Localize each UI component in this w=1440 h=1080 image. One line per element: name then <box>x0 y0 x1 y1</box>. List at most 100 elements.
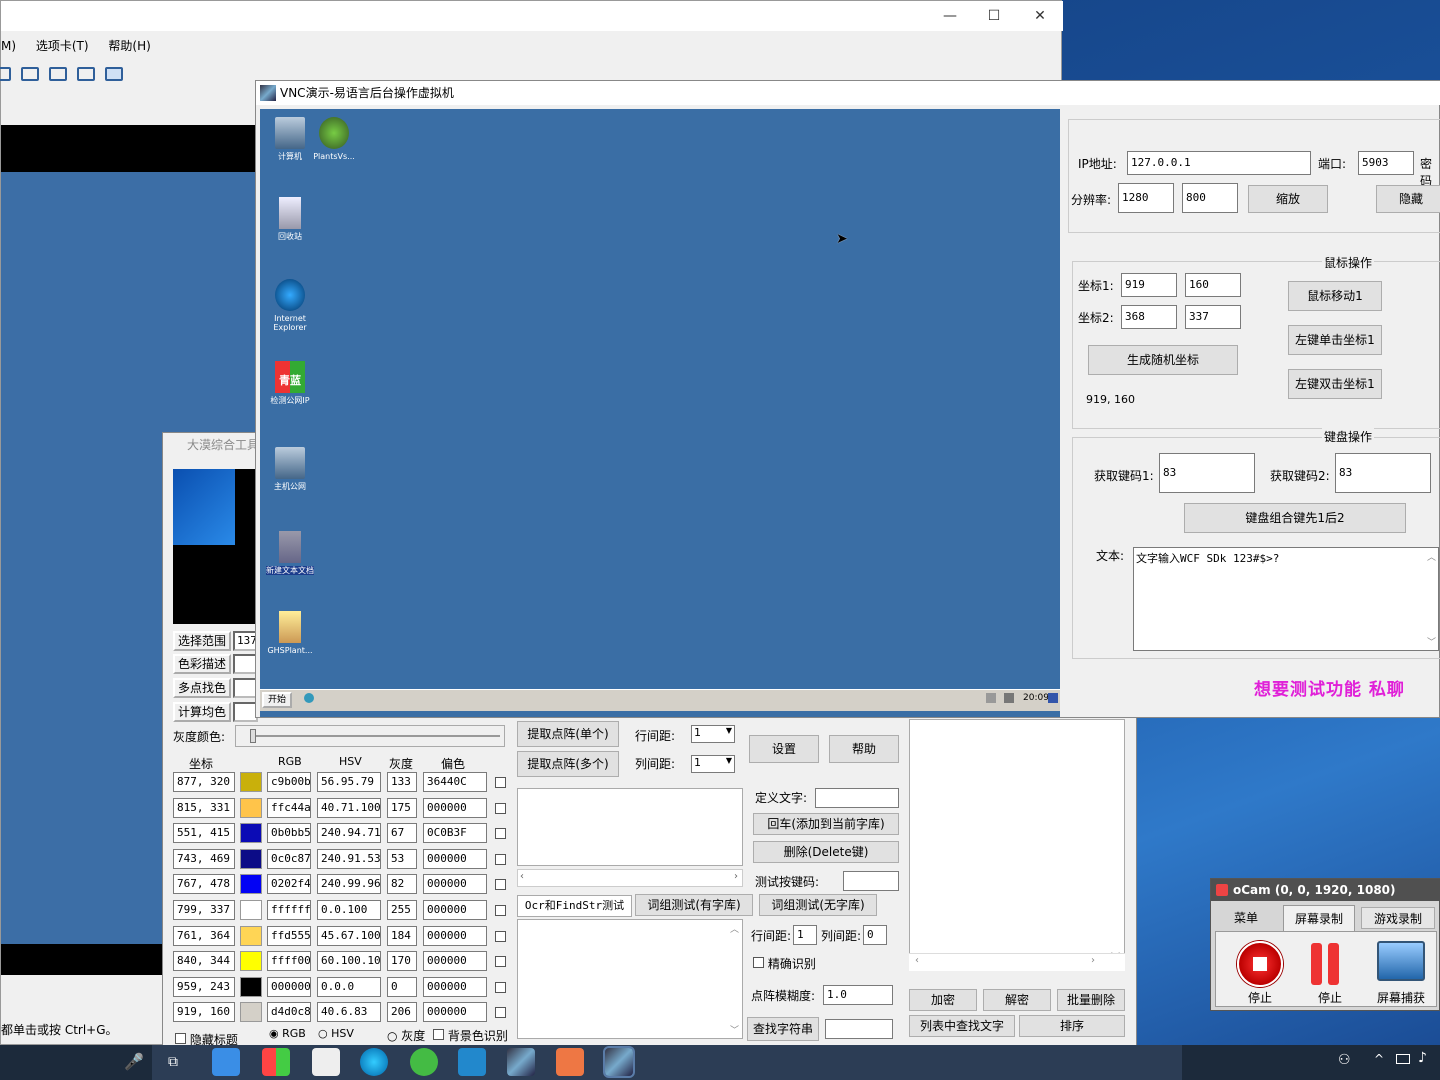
desktop-icon-ghs-plants[interactable]: GHSPlant... <box>260 611 320 655</box>
row-rgb[interactable]: d4d0c8 <box>267 1002 311 1023</box>
row-coord[interactable]: 840, 344 <box>173 951 235 972</box>
row-coord[interactable]: 761, 364 <box>173 925 235 946</box>
text-input-area[interactable]: 文字输入WCF SDk 123#$>? ︿ ﹀ <box>1133 547 1439 651</box>
scroll-right-icon[interactable]: › <box>1091 955 1095 966</box>
key-combo-button[interactable]: 键盘组合键先1后2 <box>1184 503 1406 533</box>
row-gray[interactable]: 67 <box>387 823 417 844</box>
row-hsv[interactable]: 0.0.0 <box>317 976 381 997</box>
scroll-down-icon[interactable]: ﹀ <box>1427 635 1436 648</box>
desktop-icon-new-text[interactable]: 新建文本文档 <box>260 531 320 575</box>
dm-tool-taskbar-icon[interactable] <box>603 1046 635 1078</box>
desktop-icon-check-ip[interactable]: 青蓝 检测公网IP <box>260 361 320 405</box>
row-checkbox[interactable] <box>495 802 506 814</box>
random-coord-button[interactable]: 生成随机坐标 <box>1088 345 1238 375</box>
extract-lattice-single-button[interactable]: 提取点阵(单个) <box>517 721 619 747</box>
row-hsv[interactable]: 45.67.100 <box>317 925 381 946</box>
row-hsv[interactable]: 40.6.83 <box>317 1002 381 1023</box>
row-rgb[interactable]: 0b0bb5 <box>267 823 311 844</box>
people-icon[interactable]: ⚇ <box>1338 1052 1351 1068</box>
coord2-y-input[interactable]: 337 <box>1185 305 1241 329</box>
file-explorer-icon[interactable] <box>212 1048 240 1076</box>
row-coord[interactable]: 919, 160 <box>173 1002 235 1023</box>
row-coord[interactable]: 743, 469 <box>173 848 235 869</box>
row-offset[interactable]: 0C0B3F <box>423 823 487 844</box>
minimize-icon[interactable]: — <box>927 1 973 31</box>
row-gray[interactable]: 53 <box>387 848 417 869</box>
port-input[interactable]: 5903 <box>1358 151 1414 175</box>
coord1-x-input[interactable]: 919 <box>1121 273 1177 297</box>
bg-color-checkbox[interactable]: 背景色识别 <box>433 1027 508 1044</box>
row-gray[interactable]: 82 <box>387 874 417 895</box>
blur-input[interactable]: 1.0 <box>823 985 893 1005</box>
row-offset[interactable]: 000000 <box>423 925 487 946</box>
ocam-taskbar-icon[interactable] <box>556 1048 584 1076</box>
row-offset[interactable]: 000000 <box>423 951 487 972</box>
tab-ocr-findstr[interactable]: Ocr和FindStr测试 <box>517 895 632 917</box>
font-list-hscroll[interactable]: ‹ › <box>909 953 1125 971</box>
row-coord[interactable]: 815, 331 <box>173 797 235 818</box>
settings-button[interactable]: 设置 <box>749 735 819 763</box>
keycode1-input[interactable]: 83 <box>1159 453 1255 493</box>
row-gray[interactable]: 133 <box>387 772 417 792</box>
coord1-y-input[interactable]: 160 <box>1185 273 1241 297</box>
row-gray[interactable]: 175 <box>387 797 417 818</box>
remote-network-icon[interactable] <box>1004 693 1014 703</box>
row-checkbox[interactable] <box>495 956 506 968</box>
row-offset[interactable]: 000000 <box>423 874 487 895</box>
row-rgb[interactable]: 0c0c87 <box>267 848 311 869</box>
scroll-left-icon[interactable]: ‹ <box>915 955 919 966</box>
row-offset[interactable]: 000000 <box>423 1002 487 1023</box>
volume-icon[interactable]: ♪ <box>1418 1050 1427 1066</box>
row-coord[interactable]: 877, 320 <box>173 772 235 792</box>
ocam-tab-game-record[interactable]: 游戏录制 <box>1361 907 1435 929</box>
find-string-input[interactable] <box>825 1019 893 1039</box>
coord2-x-input[interactable]: 368 <box>1121 305 1177 329</box>
row-checkbox[interactable] <box>495 879 506 891</box>
mail-icon[interactable] <box>312 1048 340 1076</box>
row-checkbox[interactable] <box>495 828 506 840</box>
find-string-button[interactable]: 查找字符串 <box>747 1017 819 1041</box>
edge-icon[interactable] <box>360 1048 388 1076</box>
console-view-icon[interactable] <box>105 67 123 81</box>
decrypt-button[interactable]: 解密 <box>983 989 1051 1011</box>
row-rgb[interactable]: c9b00b <box>267 772 311 792</box>
horizontal-scrollbar[interactable]: ‹ › <box>517 869 743 887</box>
row-rgb[interactable]: 0202f4 <box>267 874 311 895</box>
app-icon[interactable] <box>458 1048 486 1076</box>
ocam-tab-screen-record[interactable]: 屏幕录制 <box>1283 905 1355 931</box>
res-height-input[interactable]: 800 <box>1182 183 1238 213</box>
browser-icon[interactable] <box>410 1048 438 1076</box>
toolbar-icon[interactable] <box>0 67 11 81</box>
row-checkbox[interactable] <box>495 853 506 865</box>
hide-button[interactable]: 隐藏 <box>1376 185 1440 213</box>
row-coord[interactable]: 767, 478 <box>173 874 235 895</box>
color-desc-button[interactable]: 色彩描述 <box>173 654 231 674</box>
enter-add-button[interactable]: 回车(添加到当前字库) <box>753 813 899 835</box>
toolbar-icon[interactable] <box>21 67 39 81</box>
row-checkbox[interactable] <box>495 981 506 993</box>
menu-item-tabs[interactable]: 选项卡(T) <box>36 39 89 53</box>
row-checkbox[interactable] <box>495 777 506 788</box>
stop-record-icon[interactable] <box>1237 941 1283 987</box>
close-icon[interactable]: ✕ <box>1017 1 1063 31</box>
row-coord[interactable]: 799, 337 <box>173 900 235 920</box>
remote-tray-app-icon[interactable] <box>304 693 314 703</box>
remote-desktop[interactable]: 计算机 PlantsVs... 回收站 Internet Explorer 青蓝… <box>260 109 1060 717</box>
scroll-right-icon[interactable]: › <box>734 871 738 882</box>
row-hsv[interactable]: 0.0.100 <box>317 900 381 920</box>
exact-checkbox[interactable]: 精确识别 <box>753 955 816 972</box>
row-checkbox[interactable] <box>495 1007 506 1019</box>
menu-item-help[interactable]: 帮助(H) <box>108 39 150 53</box>
row-offset[interactable]: 000000 <box>423 900 487 920</box>
row-rgb[interactable]: ffffff <box>267 900 311 920</box>
maximize-icon[interactable]: ☐ <box>971 1 1017 31</box>
desktop-icon-recycle-bin[interactable]: 回收站 <box>260 197 320 241</box>
desktop-icon-host-ip[interactable]: 主机公网 <box>260 447 320 491</box>
row-hsv[interactable]: 240.91.53 <box>317 848 381 869</box>
keycode2-input[interactable]: 83 <box>1335 453 1431 493</box>
row-gray[interactable]: 170 <box>387 951 417 972</box>
row-hsv[interactable]: 240.99.96 <box>317 874 381 895</box>
list-find-text-button[interactable]: 列表中查找文字 <box>909 1015 1015 1037</box>
lattice-textarea[interactable] <box>517 788 743 866</box>
avg-color-button[interactable]: 计算均色 <box>173 702 231 722</box>
